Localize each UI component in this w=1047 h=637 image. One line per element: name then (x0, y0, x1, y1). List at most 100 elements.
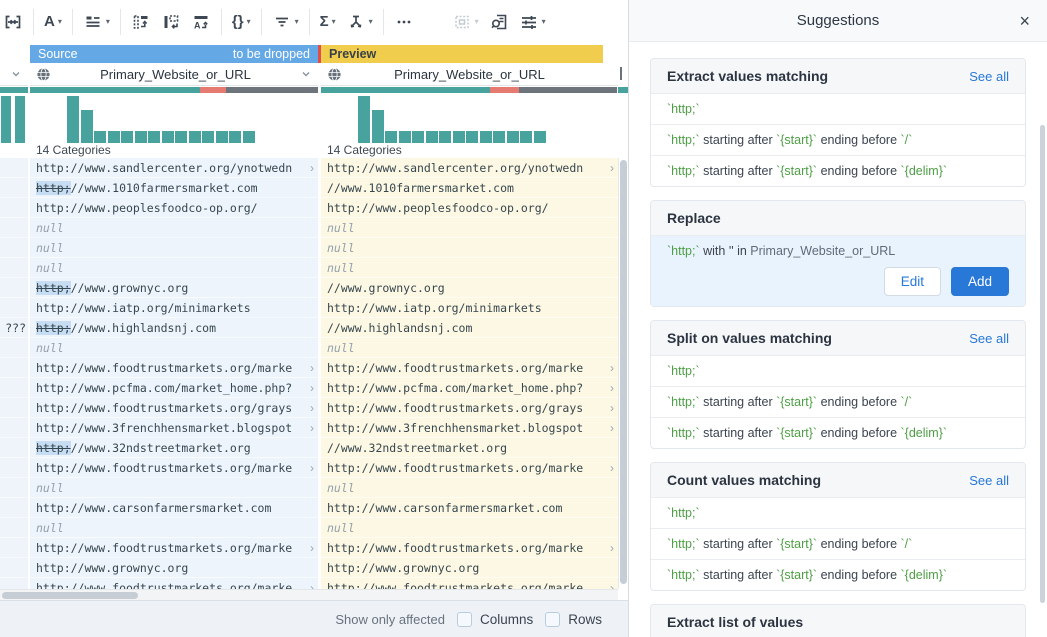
preview-cell[interactable]: http://www.iatp.org/minimarkets (321, 298, 618, 318)
close-icon[interactable]: × (1019, 12, 1030, 30)
source-cell[interactable]: http://www.foodtrustmarkets.org/marke› (30, 538, 318, 558)
aggregate-button[interactable]: Σ ▾ (315, 5, 341, 39)
stub-cell[interactable] (0, 378, 28, 398)
source-cell[interactable]: null (30, 218, 318, 238)
stub-histogram[interactable] (1, 95, 27, 143)
histogram-bar[interactable] (412, 131, 424, 143)
source-cell[interactable]: http://www.pcfma.com/market_home.php?› (30, 378, 318, 398)
vertical-scrollbar[interactable] (618, 158, 628, 589)
add-button[interactable]: Add (951, 267, 1009, 296)
source-cell[interactable]: http://www.3frenchhensmarket.blogspot› (30, 418, 318, 438)
histogram-bar[interactable] (148, 131, 160, 143)
stub-column-header[interactable] (0, 63, 28, 86)
settings-sliders-button[interactable]: ▾ (514, 5, 551, 39)
preview-cell[interactable]: http://www.sandlercenter.org/ynotwedn› (321, 158, 618, 178)
text-format-button[interactable]: A ▾ (39, 5, 67, 39)
histogram-bar[interactable] (385, 131, 397, 143)
source-cell[interactable]: http;//www.32ndstreetmarket.org (30, 438, 318, 458)
preview-cell[interactable]: http://www.carsonfarmersmarket.com (321, 498, 618, 518)
stub-cell[interactable] (0, 418, 28, 438)
suggestion-item[interactable]: `http;` starting after `{start}` ending … (651, 124, 1025, 155)
quality-segment-teal[interactable] (0, 87, 28, 93)
source-cell[interactable]: http://www.foodtrustmarkets.org/marke› (30, 458, 318, 478)
source-cell[interactable]: http://www.foodtrustmarkets.org/marke› (30, 358, 318, 378)
preview-cell[interactable]: //www.1010farmersmarket.com (321, 178, 618, 198)
matched-token[interactable]: http; (36, 441, 71, 455)
stub-cell[interactable] (0, 478, 28, 498)
histogram-bar[interactable] (229, 131, 241, 143)
preview-cell[interactable]: null (321, 218, 618, 238)
suggestion-item[interactable]: `http;` (651, 355, 1025, 386)
suggestion-item[interactable]: `http;` starting after `{start}` ending … (651, 155, 1025, 186)
stub-cell[interactable] (0, 358, 28, 378)
histogram-bar[interactable] (358, 96, 370, 143)
histogram-bar[interactable] (453, 131, 465, 143)
quality-segment-qgray[interactable] (519, 87, 617, 93)
suggestion-item[interactable]: `http;` starting after `{start}` ending … (651, 386, 1025, 417)
preview-cell[interactable]: null (321, 478, 618, 498)
see-all-link[interactable]: See all (969, 69, 1009, 84)
suggestion-item[interactable]: `http;` starting after `{start}` ending … (651, 417, 1025, 448)
histogram-bar[interactable] (15, 96, 25, 143)
join-button[interactable]: ▾ (341, 5, 378, 39)
histogram-bar[interactable] (507, 131, 519, 143)
histogram-bar[interactable] (135, 131, 147, 143)
rows-toggle[interactable]: Rows (545, 612, 602, 627)
histogram-bar[interactable] (94, 131, 106, 143)
source-histogram[interactable] (67, 95, 255, 143)
matched-token[interactable]: http; (36, 281, 71, 295)
panel-scrollbar-thumb[interactable] (1040, 125, 1045, 603)
matched-token[interactable]: http; (36, 181, 71, 195)
row-structure-button[interactable]: ▾ (78, 5, 115, 39)
preview-cell[interactable]: http://www.foodtrustmarkets.org/marke› (321, 458, 618, 478)
preview-cell[interactable]: null (321, 338, 618, 358)
selected-suggestion-item[interactable]: `http;` with '' in Primary_Website_or_UR… (651, 235, 1025, 306)
preview-cell[interactable]: http://www.grownyc.org (321, 558, 618, 578)
quality-segment-qgray[interactable] (226, 87, 318, 93)
preview-cell[interactable]: http://www.foodtrustmarkets.org/marke› (321, 538, 618, 558)
preview-cell[interactable]: //www.highlandsnj.com (321, 318, 618, 338)
cell-overflow-icon[interactable]: › (610, 541, 614, 555)
see-all-link[interactable]: See all (969, 473, 1009, 488)
functions-button[interactable]: {} ▾ (227, 5, 256, 39)
cell-overflow-icon[interactable]: › (310, 461, 314, 475)
cell-overflow-icon[interactable]: › (610, 421, 614, 435)
histogram-bar[interactable] (108, 131, 120, 143)
vertical-scrollbar-thumb[interactable] (620, 160, 627, 584)
edit-button[interactable]: Edit (884, 267, 941, 296)
suggestion-item[interactable]: `http;` (651, 93, 1025, 124)
cell-overflow-icon[interactable]: › (610, 161, 614, 175)
preview-cell[interactable]: http://www.pcfma.com/market_home.php?› (321, 378, 618, 398)
stub-cell[interactable] (0, 238, 28, 258)
stub-cell[interactable] (0, 158, 28, 178)
stub-cell[interactable]: ??? (0, 318, 28, 338)
source-cell[interactable]: http://www.grownyc.org (30, 558, 318, 578)
preview-cell[interactable]: null (321, 258, 618, 278)
preview-cell[interactable]: null (321, 238, 618, 258)
cell-overflow-icon[interactable]: › (610, 381, 614, 395)
columns-checkbox[interactable] (457, 612, 472, 627)
histogram-bar[interactable] (426, 131, 438, 143)
quality-segment-salmon[interactable] (200, 87, 226, 93)
histogram-bar[interactable] (439, 131, 451, 143)
histogram-bar[interactable] (480, 131, 492, 143)
preview-cell[interactable]: http://www.foodtrustmarkets.org/grays› (321, 398, 618, 418)
horizontal-scrollbar-thumb[interactable] (2, 592, 138, 599)
pivot-button[interactable] (156, 5, 186, 39)
transpose-button[interactable]: A (186, 5, 216, 39)
source-cell[interactable]: http;//www.highlandsnj.com (30, 318, 318, 338)
histogram-bar[interactable] (202, 131, 214, 143)
cell-overflow-icon[interactable]: › (310, 161, 314, 175)
histogram-bar[interactable] (175, 131, 187, 143)
source-quality-bar[interactable] (30, 87, 318, 93)
filter-button[interactable]: ▾ (267, 5, 304, 39)
preview-histogram[interactable] (358, 95, 546, 143)
preview-column-header[interactable]: Primary_Website_or_URL (321, 63, 618, 86)
histogram-bar[interactable] (399, 131, 411, 143)
quality-segment-teal[interactable] (30, 87, 200, 93)
preview-cell[interactable]: //www.grownyc.org (321, 278, 618, 298)
columns-toggle[interactable]: Columns (457, 612, 533, 627)
stub-cell[interactable] (0, 198, 28, 218)
suggestion-item[interactable]: `http;` starting after `{start}` ending … (651, 559, 1025, 590)
source-cell[interactable]: http://www.peoplesfoodco-op.org/ (30, 198, 318, 218)
